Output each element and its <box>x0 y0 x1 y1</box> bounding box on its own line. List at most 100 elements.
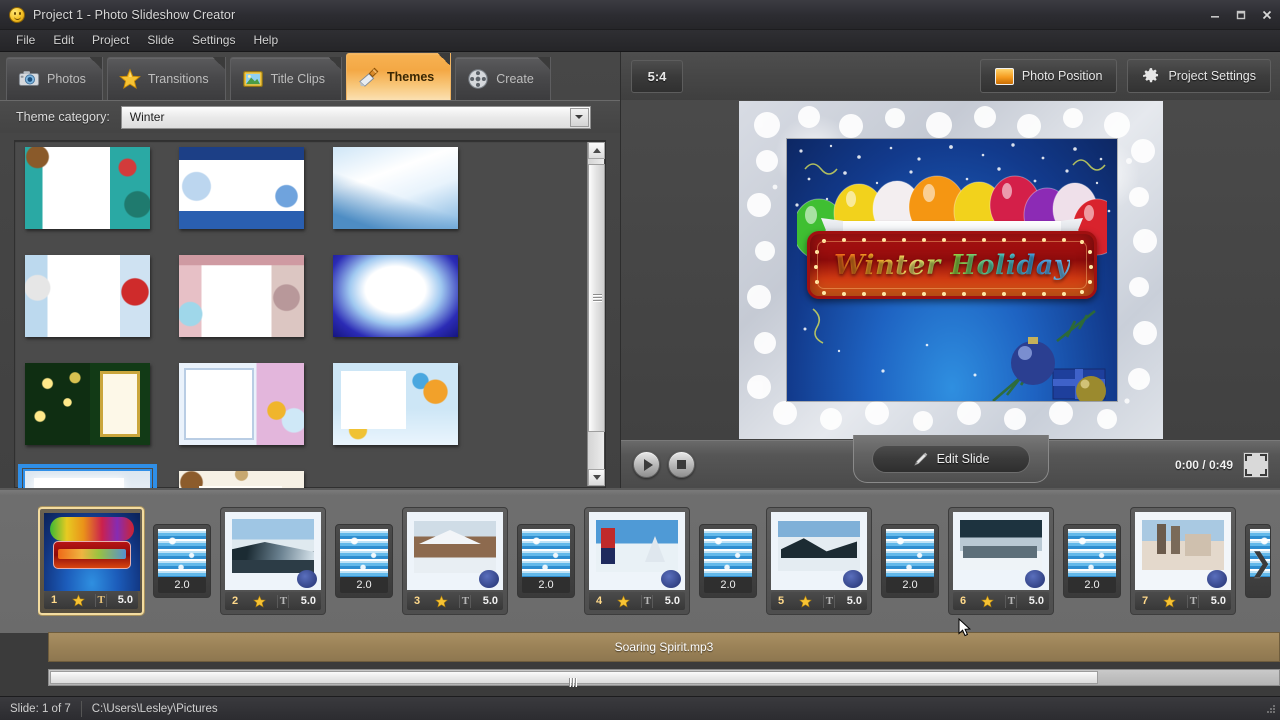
photo-position-button[interactable]: Photo Position <box>979 59 1118 93</box>
slide-number: 1 <box>50 594 58 606</box>
transition-duration: 2.0 <box>522 577 570 593</box>
star-icon[interactable] <box>1163 594 1177 608</box>
slide-thumbnail <box>771 512 867 590</box>
text-T-icon[interactable]: T <box>95 593 108 607</box>
theme-item-christmas-tree-gold-frame[interactable] <box>25 363 150 445</box>
timeline-transition-4[interactable]: 2.0 <box>699 524 757 598</box>
scroll-down-icon[interactable] <box>588 469 605 486</box>
minimize-button[interactable] <box>1202 4 1228 26</box>
edit-slide-button[interactable]: Edit Slide <box>872 444 1030 473</box>
timeline-slide-5[interactable]: 5 T 5.0 <box>766 507 872 615</box>
chevron-right-icon[interactable]: ❯ <box>1248 546 1274 578</box>
star-icon[interactable] <box>71 593 85 607</box>
text-T-icon[interactable]: T <box>1005 594 1018 608</box>
timeline-slide-6[interactable]: 6 T 5.0 <box>948 507 1054 615</box>
timeline-slide-4[interactable]: 4 T 5.0 <box>584 507 690 615</box>
timeline-slide-1[interactable]: 1 T 5.0 <box>38 507 144 615</box>
transition-duration: 2.0 <box>158 577 206 593</box>
slide-thumbnail <box>225 512 321 590</box>
slide-thumbnail <box>407 512 503 590</box>
theme-item-blue-snowflake-frame[interactable] <box>333 255 458 337</box>
text-T-icon[interactable]: T <box>277 594 290 608</box>
theme-item-teal-winter-frame[interactable] <box>25 147 150 229</box>
timeline-slide-7[interactable]: 7 T 5.0 <box>1130 507 1236 615</box>
star-icon[interactable] <box>799 594 813 608</box>
transition-duration: 2.0 <box>886 577 934 593</box>
menu-slide[interactable]: Slide <box>139 31 182 50</box>
tab-create[interactable]: Create <box>455 57 551 100</box>
smiley-icon <box>9 6 25 23</box>
fullscreen-icon[interactable] <box>1243 451 1269 478</box>
project-settings-button[interactable]: Project Settings <box>1127 59 1271 93</box>
star-icon[interactable] <box>981 594 995 608</box>
star-icon[interactable] <box>617 594 631 608</box>
theme-thumbnail <box>333 147 458 229</box>
theme-item-winter-toys-frame[interactable] <box>333 363 458 445</box>
theme-item-winnie-snowman-frame[interactable] <box>179 363 304 445</box>
stop-button[interactable] <box>668 451 695 478</box>
tab-themes[interactable]: Themes <box>346 53 452 100</box>
timeline-slide-2[interactable]: 2 T 5.0 <box>220 507 326 615</box>
timeline-transition-1[interactable]: 2.0 <box>153 524 211 598</box>
themes-panel: Photos Transitions Title Clips Themes Cr… <box>0 52 620 560</box>
menu-help[interactable]: Help <box>245 31 286 50</box>
theme-thumbnail <box>25 147 150 229</box>
marquee-inner: Winter Holiday <box>817 241 1087 289</box>
preview-stage[interactable]: Winter Holiday <box>621 100 1280 440</box>
theme-grid-scrollbar[interactable] <box>587 142 605 486</box>
menu-project[interactable]: Project <box>84 31 137 50</box>
tab-fold <box>537 57 551 70</box>
play-button[interactable] <box>633 451 660 478</box>
theme-item-santa-pink-frame[interactable] <box>179 255 304 337</box>
scrollbar-grip <box>569 674 579 687</box>
transition-duration: 2.0 <box>704 577 752 593</box>
menu-bar: File Edit Project Slide Settings Help <box>0 30 1280 52</box>
close-button[interactable] <box>1254 4 1280 26</box>
tab-photos[interactable]: Photos <box>6 57 103 100</box>
tab-transitions[interactable]: Transitions <box>106 57 226 100</box>
timeline-slide-3[interactable]: 3 T 5.0 <box>402 507 508 615</box>
theme-category-select[interactable]: Winter <box>120 105 591 129</box>
maximize-button[interactable] <box>1228 4 1254 26</box>
aspect-ratio-button[interactable]: 5:4 <box>631 59 683 93</box>
star-icon[interactable] <box>435 594 449 608</box>
text-T-icon[interactable]: T <box>823 594 836 608</box>
theme-thumbnail <box>25 363 150 445</box>
photo-position-icon <box>994 67 1014 85</box>
theme-grid-container <box>14 140 606 560</box>
timeline-transition-2[interactable]: 2.0 <box>335 524 393 598</box>
timeline-transition-3[interactable]: 2.0 <box>517 524 575 598</box>
menu-settings[interactable]: Settings <box>184 31 243 50</box>
slide-duration: 5.0 <box>117 594 133 606</box>
resize-grip-icon[interactable] <box>1265 703 1277 715</box>
timeline-horizontal-scrollbar[interactable] <box>48 669 1280 687</box>
theme-item-snowman-blue-frame[interactable] <box>179 147 304 229</box>
scrollbar-thumb[interactable] <box>588 164 605 432</box>
theme-thumbnail <box>179 363 304 445</box>
text-T-icon[interactable]: T <box>1187 594 1200 608</box>
music-track-name: Soaring Spirit.mp3 <box>614 640 714 654</box>
playback-controls: Edit Slide 0:00 / 0:49 <box>621 435 1280 488</box>
tab-title-clips[interactable]: Title Clips <box>229 57 343 100</box>
application-window: Project 1 - Photo Slideshow Creator File… <box>0 0 1280 720</box>
theme-item-icy-blue-landscape[interactable] <box>333 147 458 229</box>
timeline-transition-6[interactable]: 2.0 <box>1063 524 1121 598</box>
transition-thumbnail <box>704 529 752 577</box>
slide-number: 5 <box>777 595 785 607</box>
scroll-up-icon[interactable] <box>588 142 605 159</box>
menu-file[interactable]: File <box>8 31 43 50</box>
slide-thumbnail <box>953 512 1049 590</box>
theme-item-snowman-santa-frame[interactable] <box>25 255 150 337</box>
project-settings-label: Project Settings <box>1168 69 1256 83</box>
slide-info-bar: 6 T 5.0 <box>953 592 1049 610</box>
text-T-icon[interactable]: T <box>641 594 654 608</box>
scrollbar-thumb[interactable] <box>50 671 1098 687</box>
text-T-icon[interactable]: T <box>459 594 472 608</box>
star-icon[interactable] <box>253 594 267 608</box>
menu-edit[interactable]: Edit <box>45 31 82 50</box>
chevron-down-icon[interactable] <box>569 107 589 127</box>
title-marquee: Winter Holiday <box>807 231 1097 299</box>
slide-info-bar: 3 T 5.0 <box>407 592 503 610</box>
timeline-transition-5[interactable]: 2.0 <box>881 524 939 598</box>
music-track-bar[interactable]: Soaring Spirit.mp3 <box>48 632 1280 662</box>
